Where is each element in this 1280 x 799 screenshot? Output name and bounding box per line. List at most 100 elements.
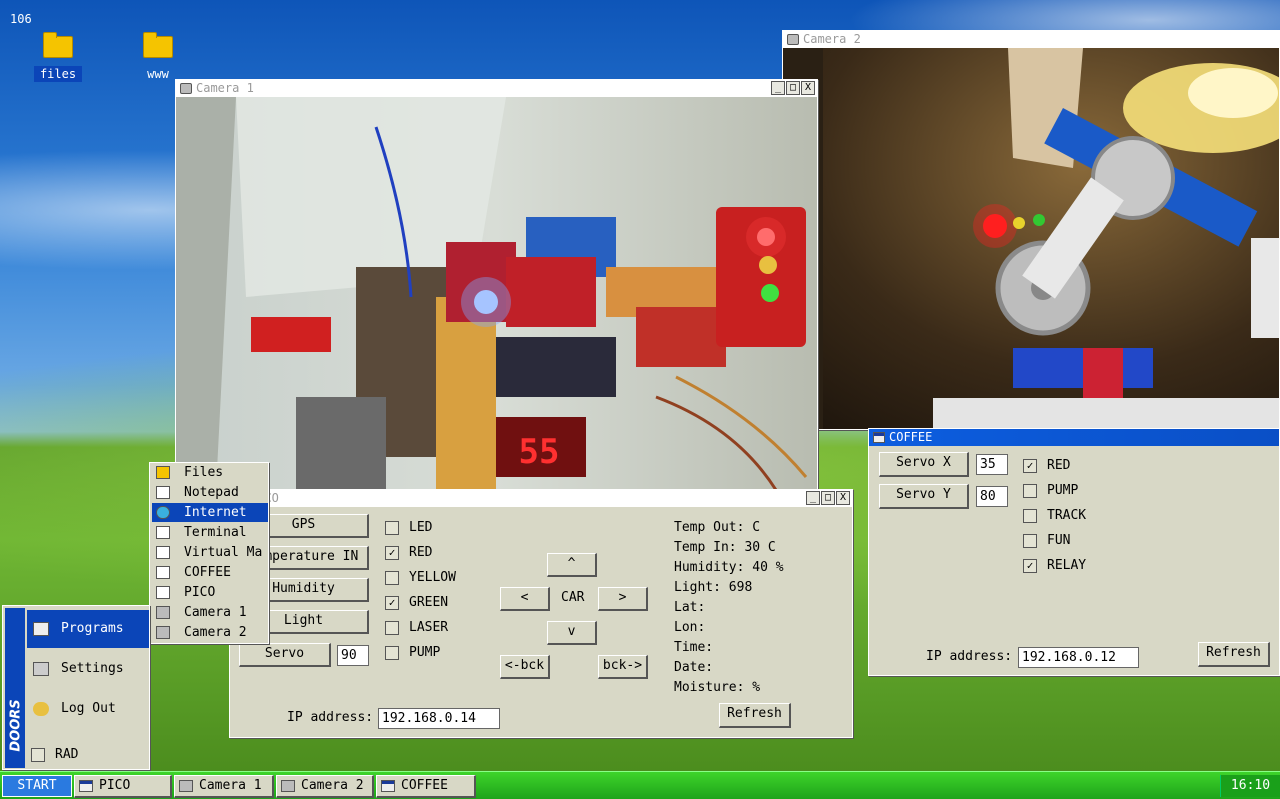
coffee-red-checkbox[interactable]: ✓ RED [1023, 458, 1070, 473]
coffee-window[interactable]: COFFEE Servo X 35 Servo Y 80 ✓ RED PUMP T… [868, 428, 1280, 676]
menu-item-pico[interactable]: PICO [152, 583, 268, 602]
checkbox-box[interactable] [385, 620, 399, 635]
servo-x-field[interactable]: 35 [976, 454, 1008, 475]
refresh-button[interactable]: Refresh [1198, 642, 1270, 667]
desktop-icon-www[interactable]: www [128, 32, 188, 82]
checkbox-box[interactable] [31, 747, 45, 762]
led-checkbox[interactable]: LED [385, 520, 432, 535]
taskbar-item-coffee[interactable]: COFFEE [376, 775, 476, 798]
ip-address-field[interactable]: 192.168.0.12 [1018, 647, 1139, 668]
checkbox-box[interactable] [385, 570, 399, 585]
notepad-icon [156, 486, 170, 499]
menu-item-notepad[interactable]: Notepad [152, 483, 268, 502]
servo-y-button[interactable]: Servo Y [879, 484, 969, 509]
checkbox-box[interactable]: ✓ [385, 595, 399, 610]
close-button[interactable]: X [836, 491, 850, 505]
servo-x-button[interactable]: Servo X [879, 452, 969, 477]
menu-item-label: Camera 2 [184, 625, 247, 640]
taskbar-item-camera1[interactable]: Camera 1 [174, 775, 274, 798]
camera2-window[interactable]: Camera 2 [782, 30, 1280, 430]
taskbar-item-label: PICO [99, 778, 131, 793]
refresh-button[interactable]: Refresh [719, 703, 791, 728]
car-down-button[interactable]: v [547, 621, 597, 645]
checkbox-box[interactable] [385, 645, 399, 660]
checkbox-box[interactable]: ✓ [1023, 558, 1037, 573]
checkbox-box[interactable] [1023, 533, 1037, 548]
start-menu-brand: DOORS [5, 608, 25, 768]
checkbox-box[interactable] [1023, 508, 1037, 523]
camera2-feed [783, 48, 1279, 429]
minimize-button[interactable]: _ [771, 81, 785, 95]
coffee-fun-checkbox[interactable]: FUN [1023, 533, 1070, 548]
checkbox-box[interactable]: ✓ [385, 545, 399, 560]
menu-item-coffee[interactable]: COFFEE [152, 563, 268, 582]
checkbox-label: PUMP [1047, 483, 1079, 498]
app-window-icon [156, 566, 170, 579]
desktop-icon-files[interactable]: files [28, 32, 88, 82]
rad-checkbox[interactable]: RAD [31, 747, 78, 762]
reading-moisture: Moisture: % [674, 680, 761, 695]
close-button[interactable]: X [801, 81, 815, 95]
yellow-checkbox[interactable]: YELLOW [385, 570, 456, 585]
servo-button[interactable]: Servo [239, 643, 331, 667]
folder-icon [143, 32, 173, 58]
start-item-programs[interactable]: Programs [27, 610, 149, 648]
pico-window[interactable]: PICO _ □ X GPS Temperature IN Humidity L… [229, 489, 853, 738]
maximize-button[interactable]: □ [821, 491, 835, 505]
ip-address-field[interactable]: 192.168.0.14 [378, 708, 500, 729]
reading-humidity: Humidity: 40 % [674, 560, 784, 575]
camera1-titlebar[interactable]: Camera 1 _ □ X [176, 80, 817, 97]
laser-checkbox[interactable]: LASER [385, 620, 448, 635]
camera1-image: 55 [176, 97, 817, 490]
green-checkbox[interactable]: ✓ GREEN [385, 595, 448, 610]
start-item-settings[interactable]: Settings [27, 650, 149, 688]
checkbox-box[interactable]: ✓ [1023, 458, 1037, 473]
car-up-button[interactable]: ^ [547, 553, 597, 577]
camera1-display: 55 [519, 432, 560, 472]
ip-address-label: IP address: [287, 710, 374, 725]
window-title: Camera 2 [803, 32, 861, 46]
menu-item-camera2[interactable]: Camera 2 [152, 623, 268, 642]
back-left-button[interactable]: <-bck [500, 655, 550, 679]
checkbox-label: RED [1047, 458, 1071, 473]
back-right-button[interactable]: bck-> [598, 655, 648, 679]
app-window-icon [156, 586, 170, 599]
start-item-logout[interactable]: Log Out [27, 690, 149, 728]
menu-item-terminal[interactable]: Terminal [152, 523, 268, 542]
checkbox-box[interactable] [385, 520, 399, 535]
desktop-icon-label: www [147, 67, 169, 81]
menu-item-internet[interactable]: Internet [152, 503, 268, 522]
maximize-button[interactable]: □ [786, 81, 800, 95]
servo-y-field[interactable]: 80 [976, 486, 1008, 507]
app-window-icon [156, 526, 170, 539]
coffee-titlebar[interactable]: COFFEE [869, 429, 1279, 446]
pico-titlebar[interactable]: PICO _ □ X [230, 490, 852, 507]
checkbox-box[interactable] [1023, 483, 1037, 498]
key-icon [33, 702, 49, 716]
camera-icon [156, 626, 170, 639]
reading-temp-in: Temp In: 30 C [674, 540, 776, 555]
taskbar-item-pico[interactable]: PICO [74, 775, 172, 798]
taskbar-item-camera2[interactable]: Camera 2 [276, 775, 374, 798]
servo-value-field[interactable]: 90 [337, 645, 369, 666]
pump-checkbox[interactable]: PUMP [385, 645, 440, 660]
coffee-relay-checkbox[interactable]: ✓ RELAY [1023, 558, 1086, 573]
menu-item-files[interactable]: Files [152, 463, 268, 482]
menu-item-camera1[interactable]: Camera 1 [152, 603, 268, 622]
car-right-button[interactable]: > [598, 587, 648, 611]
menu-item-virtual-machine[interactable]: Virtual Ma [152, 543, 268, 562]
start-button[interactable]: START [2, 775, 72, 797]
red-checkbox[interactable]: ✓ RED [385, 545, 432, 560]
ip-address-label: IP address: [926, 649, 1013, 664]
car-left-button[interactable]: < [500, 587, 550, 611]
coffee-pump-checkbox[interactable]: PUMP [1023, 483, 1078, 498]
minimize-button[interactable]: _ [806, 491, 820, 505]
folder-icon [156, 466, 170, 479]
checkbox-label: FUN [1047, 533, 1071, 548]
menu-item-label: Virtual Ma [184, 545, 263, 560]
camera2-titlebar[interactable]: Camera 2 [783, 31, 1279, 48]
coffee-track-checkbox[interactable]: TRACK [1023, 508, 1086, 523]
camera1-window[interactable]: Camera 1 _ □ X 55 [175, 79, 818, 491]
camera-icon [179, 780, 193, 792]
menu-item-label: PICO [184, 585, 216, 600]
